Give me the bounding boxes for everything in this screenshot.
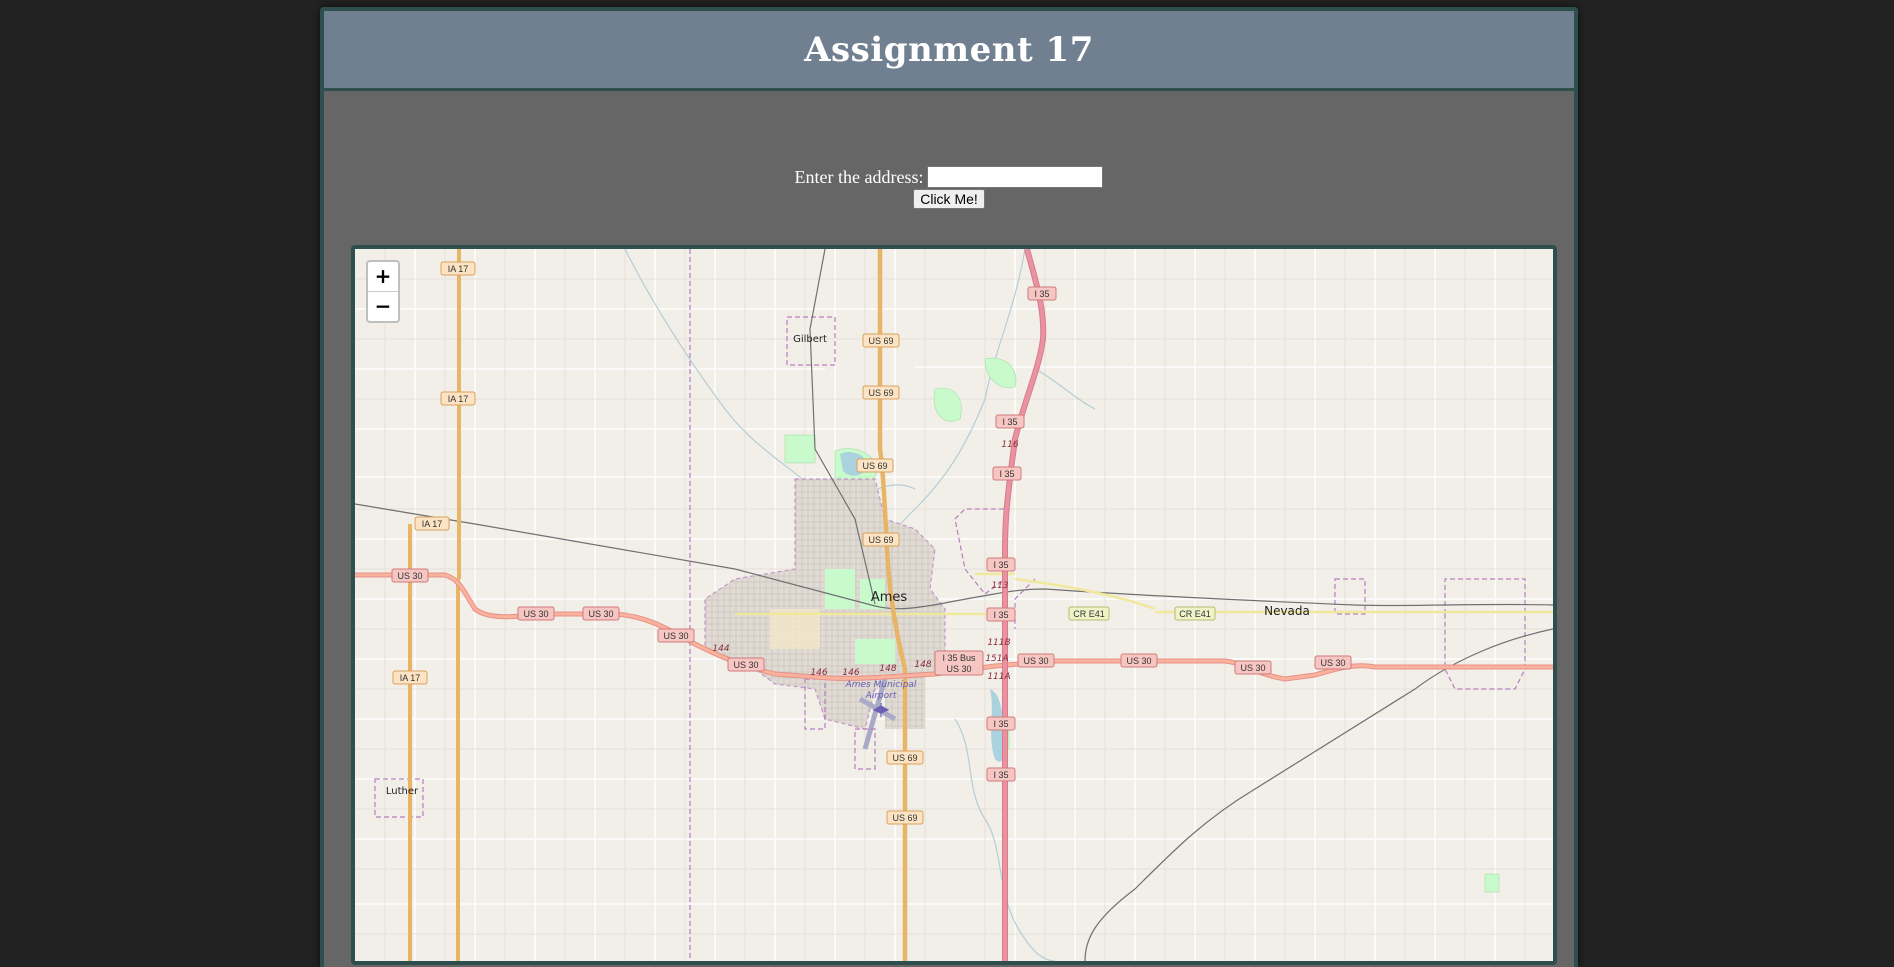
svg-text:US 30: US 30 [588,609,613,619]
svg-text:US 69: US 69 [868,336,893,346]
zoom-control: + − [366,260,400,323]
svg-text:US 30: US 30 [663,631,688,641]
svg-text:US 69: US 69 [868,535,893,545]
address-input[interactable] [927,166,1104,188]
svg-text:148: 148 [879,664,896,674]
map-container[interactable]: US 69 US 69 US 69 US 69 US 69 US 69 IA 1… [351,245,1557,965]
svg-text:US 30: US 30 [397,571,422,581]
map-canvas[interactable]: US 69 US 69 US 69 US 69 US 69 US 69 IA 1… [355,249,1553,961]
svg-text:146: 146 [842,668,859,678]
svg-text:I 35: I 35 [1034,289,1049,299]
svg-text:116: 116 [1001,440,1018,450]
svg-text:I 35: I 35 [993,560,1008,570]
label-airport-1: Ames Municipal [845,680,917,690]
svg-text:148: 148 [914,660,931,670]
svg-text:I 35: I 35 [999,469,1014,479]
svg-text:I 35: I 35 [993,719,1008,729]
svg-text:113: 113 [991,581,1008,591]
svg-text:US 30: US 30 [1240,663,1265,673]
svg-text:I 35: I 35 [1002,417,1017,427]
click-me-button[interactable]: Click Me! [913,189,985,209]
svg-text:I 35 Bus: I 35 Bus [942,653,976,663]
svg-text:IA 17: IA 17 [422,519,443,529]
svg-text:US 30: US 30 [946,664,971,674]
svg-text:CR E41: CR E41 [1179,609,1211,619]
svg-text:US 69: US 69 [892,813,917,823]
page-header: Assignment 17 [324,11,1574,91]
svg-text:US 69: US 69 [862,461,887,471]
svg-text:CR E41: CR E41 [1073,609,1105,619]
svg-text:144: 144 [712,644,729,654]
svg-text:151A: 151A [985,654,1008,664]
address-form: Enter the address: Click Me! [324,166,1574,209]
page-container: Assignment 17 Enter the address: Click M… [320,7,1578,967]
label-gilbert: Gilbert [793,334,827,345]
zoom-out-button[interactable]: − [368,291,398,321]
address-label: Enter the address: [794,166,924,187]
svg-text:US 69: US 69 [868,388,893,398]
svg-text:I 35: I 35 [993,610,1008,620]
label-airport-2: Airport [865,691,897,701]
shield-i35-bus-us30: I 35 Bus US 30 [934,650,984,676]
svg-text:US 69: US 69 [892,753,917,763]
label-luther: Luther [386,786,419,797]
svg-text:IA 17: IA 17 [448,264,469,274]
svg-text:US 30: US 30 [733,660,758,670]
svg-text:111B: 111B [987,638,1010,648]
label-nevada: Nevada [1264,604,1310,618]
svg-text:US 30: US 30 [1126,656,1151,666]
svg-text:146: 146 [810,668,827,678]
svg-text:I 35: I 35 [993,770,1008,780]
svg-text:111A: 111A [987,672,1010,682]
page-title: Assignment 17 [804,29,1094,70]
label-ames: Ames [871,590,908,605]
svg-text:US 30: US 30 [1320,658,1345,668]
svg-text:US 30: US 30 [523,609,548,619]
svg-text:IA 17: IA 17 [400,673,421,683]
svg-text:IA 17: IA 17 [448,394,469,404]
zoom-in-button[interactable]: + [368,262,398,291]
svg-text:US 30: US 30 [1023,656,1048,666]
